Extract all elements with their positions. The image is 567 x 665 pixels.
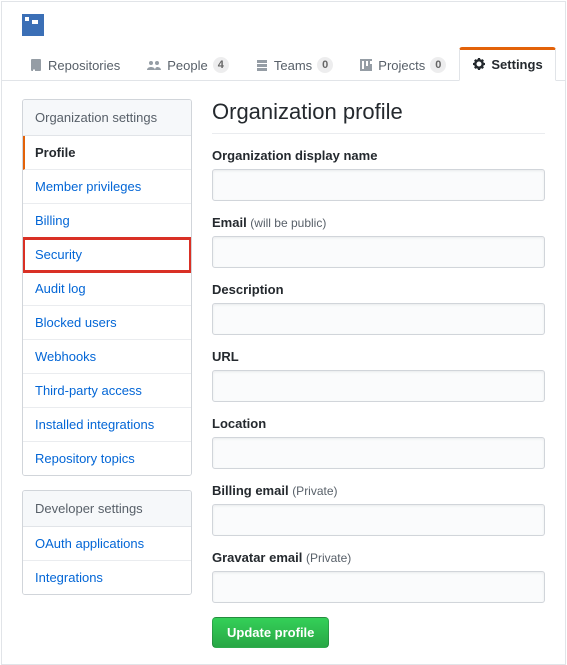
sidebar-item-oauth-applications[interactable]: OAuth applications (23, 527, 191, 561)
sidebar-item-repository-topics[interactable]: Repository topics (23, 442, 191, 475)
field-email: Email (will be public) (212, 215, 545, 268)
tab-label: Projects (378, 58, 425, 73)
sidebar: Organization settings Profile Member pri… (22, 99, 192, 648)
field-label: Location (212, 416, 545, 431)
field-gravatar-email: Gravatar email (Private) (212, 550, 545, 603)
field-location: Location (212, 416, 545, 469)
display-name-input[interactable] (212, 169, 545, 201)
field-label: Billing email (Private) (212, 483, 545, 498)
tab-label: People (167, 58, 207, 73)
tab-label: Settings (491, 57, 542, 72)
field-url: URL (212, 349, 545, 402)
tab-people[interactable]: People 4 (133, 46, 242, 81)
field-description: Description (212, 282, 545, 335)
update-profile-button[interactable]: Update profile (212, 617, 329, 648)
sidebar-item-integrations[interactable]: Integrations (23, 561, 191, 594)
page-title: Organization profile (212, 99, 545, 134)
tab-settings[interactable]: Settings (459, 47, 555, 81)
field-label: Organization display name (212, 148, 545, 163)
sidebar-item-member-privileges[interactable]: Member privileges (23, 170, 191, 204)
tab-repositories[interactable]: Repositories (16, 47, 133, 81)
tab-label: Teams (274, 58, 312, 73)
org-settings-menu: Organization settings Profile Member pri… (22, 99, 192, 476)
field-display-name: Organization display name (212, 148, 545, 201)
menu-header: Developer settings (23, 491, 191, 527)
gear-icon (472, 57, 486, 71)
field-label: URL (212, 349, 545, 364)
people-count: 4 (213, 57, 229, 73)
tab-projects[interactable]: Projects 0 (346, 46, 459, 81)
description-input[interactable] (212, 303, 545, 335)
sidebar-item-audit-log[interactable]: Audit log (23, 272, 191, 306)
app-frame: Repositories People 4 Teams 0 Projects 0 (1, 1, 566, 665)
teams-count: 0 (317, 57, 333, 73)
field-label: Gravatar email (Private) (212, 550, 545, 565)
org-avatar (22, 14, 44, 36)
projects-icon (359, 58, 373, 72)
sidebar-item-blocked-users[interactable]: Blocked users (23, 306, 191, 340)
sidebar-item-billing[interactable]: Billing (23, 204, 191, 238)
email-input[interactable] (212, 236, 545, 268)
content-body: Organization settings Profile Member pri… (2, 81, 565, 664)
location-input[interactable] (212, 437, 545, 469)
people-icon (146, 58, 162, 72)
header (2, 2, 565, 45)
projects-count: 0 (430, 57, 446, 73)
sidebar-item-profile[interactable]: Profile (23, 136, 191, 170)
billing-email-input[interactable] (212, 504, 545, 536)
teams-icon (255, 58, 269, 72)
gravatar-email-input[interactable] (212, 571, 545, 603)
repo-icon (29, 58, 43, 72)
sidebar-item-security[interactable]: Security (23, 238, 191, 272)
field-label: Email (will be public) (212, 215, 545, 230)
field-billing-email: Billing email (Private) (212, 483, 545, 536)
sidebar-item-third-party-access[interactable]: Third-party access (23, 374, 191, 408)
tab-label: Repositories (48, 58, 120, 73)
url-input[interactable] (212, 370, 545, 402)
developer-settings-menu: Developer settings OAuth applications In… (22, 490, 192, 595)
tab-teams[interactable]: Teams 0 (242, 46, 346, 81)
sidebar-item-webhooks[interactable]: Webhooks (23, 340, 191, 374)
sidebar-item-installed-integrations[interactable]: Installed integrations (23, 408, 191, 442)
menu-header: Organization settings (23, 100, 191, 136)
field-label: Description (212, 282, 545, 297)
repo-nav: Repositories People 4 Teams 0 Projects 0 (2, 45, 565, 81)
main-panel: Organization profile Organization displa… (212, 99, 545, 648)
